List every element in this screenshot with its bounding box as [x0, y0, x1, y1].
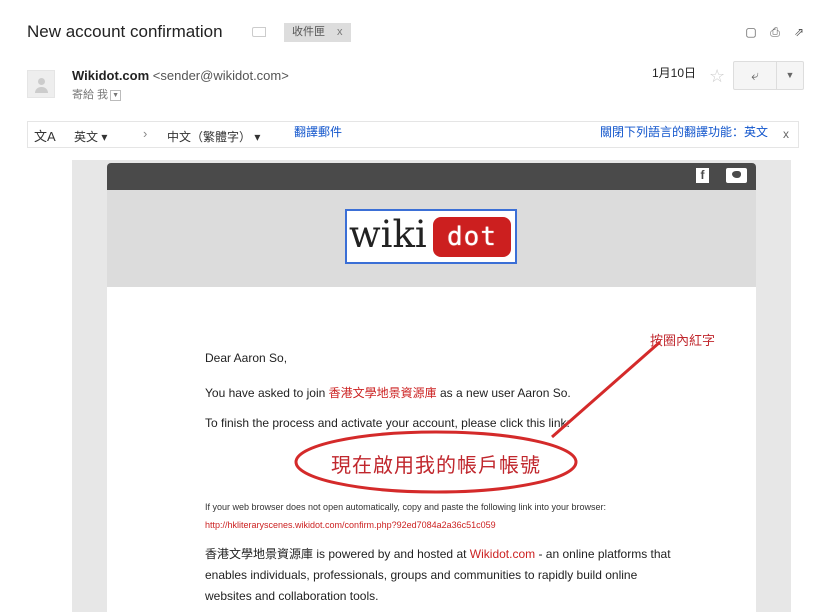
annotation-arrow [551, 340, 661, 439]
annotation-circle [294, 430, 578, 494]
annotation-overlay [294, 340, 661, 494]
